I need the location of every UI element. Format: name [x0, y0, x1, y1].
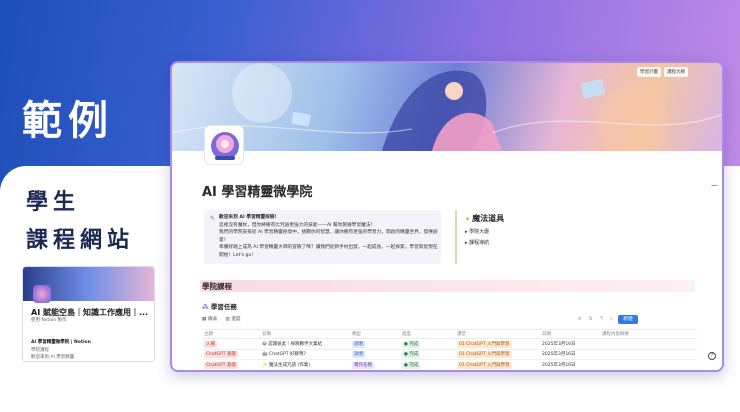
banner-button-plan[interactable]: 學習計畫: [637, 67, 661, 77]
date-cell: 2025年3月16日: [540, 349, 600, 360]
thumbnail-line1: 學院課程: [31, 348, 49, 353]
collapse-icon[interactable]: —: [711, 181, 718, 189]
task-name: 😀 認識彼此｜探險夥伴大集結: [260, 338, 350, 350]
status-badge: ● 完成: [402, 351, 421, 359]
thumbnail-meta: 使用 Notion 製作: [31, 318, 67, 323]
thumbnail-section: AI 學習精靈微學院 | Notion: [31, 340, 91, 345]
tools-item-hall[interactable]: ▸ 學院大廳: [465, 228, 693, 235]
database-tabs: ▦ 總表 ▥ 進度: [202, 316, 241, 322]
status-badge: ● 完成: [402, 361, 421, 369]
new-button[interactable]: 新建: [618, 315, 638, 324]
wand-icon: ⁂: [202, 303, 211, 311]
thumbnail-logo-icon: [33, 285, 51, 303]
type-tag: 說明: [352, 351, 365, 359]
cover-image: 學習計畫 課程大綱: [172, 63, 722, 151]
summary-cell: [600, 359, 697, 370]
table-row[interactable]: 入場 😀 認識彼此｜探險夥伴大集結 說明 ● 完成 01 ChatGPT 入門與…: [202, 338, 697, 350]
callout-line-3: 我們的學院安排從 AI 學習精靈秘境中，挑戰你的智慧，讓你擁有更強的學習力，開啟…: [219, 230, 438, 243]
summary-cell: [600, 338, 697, 350]
tab-overview-label: 總表: [207, 317, 218, 322]
task-name: ✨ 魔法生成咒語 (作業): [260, 359, 350, 370]
section-heading: 學院課程: [200, 280, 695, 292]
tab-overview[interactable]: ▦ 總表: [202, 316, 217, 322]
class-tag: 01 ChatGPT 入門與學習: [457, 361, 512, 369]
column-header[interactable]: 課程內容摘要: [600, 329, 697, 339]
brain-icon: [205, 126, 243, 164]
class-tag: 01 ChatGPT 入門與學習: [457, 340, 512, 348]
task-name-text: 認識彼此｜探險夥伴大集結: [268, 341, 323, 347]
tab-progress[interactable]: ▥ 進度: [225, 316, 240, 322]
help-icon[interactable]: ?: [708, 352, 716, 360]
page-icon[interactable]: [204, 125, 244, 165]
search-icon[interactable]: ⌕: [610, 316, 613, 322]
column-header[interactable]: 主題: [202, 329, 260, 339]
tab-progress-label: 進度: [231, 317, 241, 322]
table-row[interactable]: ChatGPT 基礎 🤖 ChatGPT 好聊嗎? 說明 ● 完成 01 Cha…: [202, 349, 697, 360]
callout-line-1: 歡迎來到 AI 學習精靈探險！: [219, 215, 280, 220]
class-tag: 01 ChatGPT 入門與學習: [457, 351, 512, 359]
summary-cell: [600, 349, 697, 360]
status-text: 完成: [409, 352, 419, 358]
column-header[interactable]: 課堂: [455, 329, 540, 339]
type-tag: 說明: [352, 340, 365, 348]
pen-icon: ✎: [210, 215, 216, 222]
tools-item-nav[interactable]: ▸ 課程導航: [465, 239, 693, 246]
date-cell: 2025年3月16日: [540, 359, 600, 370]
tasks-table: 主題 名稱 類型 進度 課堂 日期 課程內容摘要 入場 😀 認識彼此｜探險夥伴大…: [202, 329, 697, 370]
column-header[interactable]: 名稱: [260, 329, 350, 339]
magic-tools-block: ✦ 魔法道具 ▸ 學院大廳 ▸ 課程導航: [455, 210, 693, 264]
table-header-row: 主題 名稱 類型 進度 課堂 日期 課程內容摘要: [202, 329, 697, 339]
task-name-text: ChatGPT 好聊嗎?: [269, 352, 306, 358]
callout-line-2: 這裡沒有魔杖，但你將擁有比咒語更強大的技能——AI 幫你施展學習魔法！: [219, 222, 376, 228]
tools-item-nav-label: 課程導航: [469, 240, 490, 246]
status-text: 完成: [409, 341, 419, 347]
filter-icon[interactable]: ≡: [577, 316, 581, 322]
slide-title: 範例: [22, 98, 114, 144]
topic-tag: 入場: [204, 340, 217, 348]
column-header[interactable]: 日期: [540, 329, 600, 339]
banner-button-syllabus[interactable]: 課程大綱: [664, 67, 688, 77]
notion-page-screenshot: 學習計畫 課程大綱 — AI 學習精靈微學院 ✎ 歡迎來到 AI 學習精靈探險！…: [170, 61, 724, 372]
tools-title: ✦ 魔法道具: [465, 213, 693, 224]
status-badge: ● 完成: [402, 340, 421, 348]
page-title: AI 學習精靈微學院: [202, 185, 313, 200]
slide-subtitle-1: 學生: [26, 190, 81, 215]
status-text: 完成: [409, 362, 419, 368]
thumbnail-line2: 歡迎來到 AI 學習精靈: [31, 355, 75, 360]
lightning-icon[interactable]: ϟ: [600, 316, 603, 322]
welcome-callout: ✎ 歡迎來到 AI 學習精靈探險！ 這裡沒有魔杖，但你將擁有比咒語更強大的技能—…: [204, 210, 441, 264]
type-tag: 實作任務: [352, 361, 374, 369]
task-name-text: 魔法生成咒語 (作業): [269, 362, 310, 368]
tools-title-text: 魔法道具: [472, 214, 505, 223]
task-name: 🤖 ChatGPT 好聊嗎?: [260, 349, 350, 360]
slide-subtitle-2: 課程網站: [26, 228, 135, 253]
callout-line-4: 準備好踏上成為 AI 學習精靈大師的冒險了嗎？讓我們從新手村出發，一起成長、一起…: [219, 245, 438, 258]
tools-item-hall-label: 學院大廳: [469, 229, 490, 235]
sort-icon[interactable]: ⇅: [589, 316, 593, 322]
database-title[interactable]: ⁂ 學習任務: [202, 301, 237, 311]
topic-tag: ChatGPT 基礎: [204, 351, 238, 359]
table-row[interactable]: ChatGPT 基礎 ✨ 魔法生成咒語 (作業) 實作任務 ● 完成 01 Ch…: [202, 359, 697, 370]
site-thumbnail: AI 賦能空島｜知識工作應用｜... 使用 Notion 製作 AI 學習精靈微…: [22, 266, 155, 362]
column-header[interactable]: 類型: [350, 329, 400, 339]
date-cell: 2025年3月16日: [540, 338, 600, 350]
callout-text: 歡迎來到 AI 學習精靈探險！ 這裡沒有魔杖，但你將擁有比咒語更強大的技能——A…: [219, 214, 439, 260]
column-header[interactable]: 進度: [400, 329, 455, 339]
topic-tag: ChatGPT 基礎: [204, 361, 238, 369]
database-title-text: 學習任務: [210, 303, 237, 311]
